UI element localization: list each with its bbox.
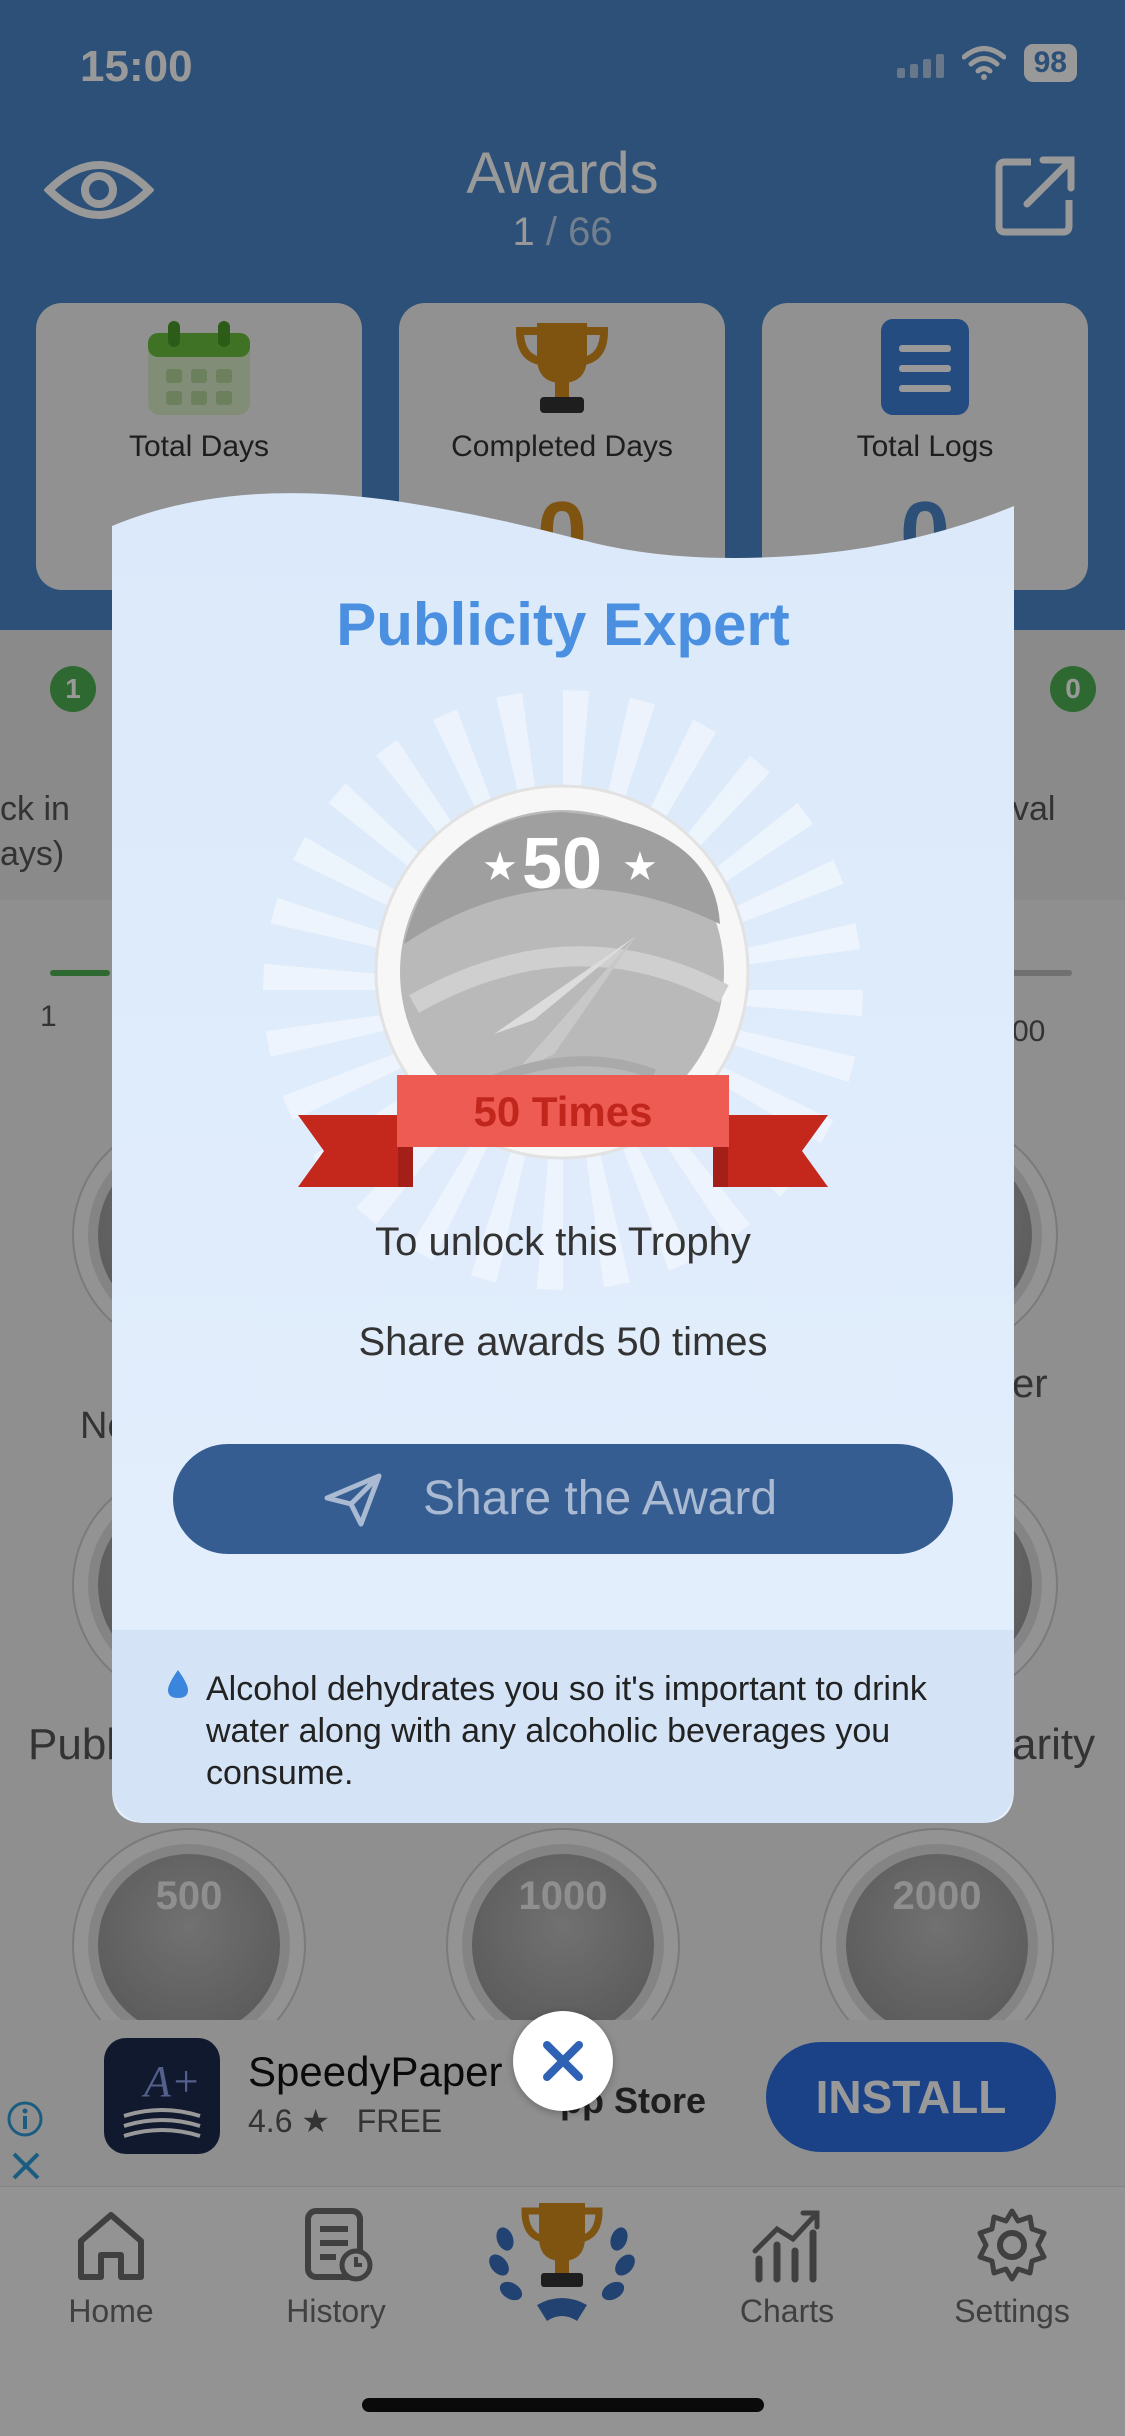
medal-number: 50: [522, 824, 602, 904]
award-detail-modal: Publicity Expert ★ ★ 50 50 Times To unlo…: [112, 490, 1014, 1823]
close-modal-button[interactable]: [513, 2011, 613, 2111]
share-award-button[interactable]: Share the Award: [173, 1444, 953, 1554]
ribbon-label: 50 Times: [473, 1088, 653, 1135]
tip-box: Alcohol dehydrates you so it's important…: [112, 1630, 1014, 1823]
award-title: Publicity Expert: [336, 591, 790, 658]
svg-text:★: ★: [622, 844, 658, 890]
close-icon: [543, 2041, 583, 2081]
tip-text: Alcohol dehydrates you so it's important…: [206, 1670, 927, 1792]
unlock-requirement: Share awards 50 times: [358, 1320, 768, 1364]
share-award-label: Share the Award: [423, 1472, 778, 1525]
unlock-heading: To unlock this Trophy: [375, 1220, 751, 1264]
paper-plane-icon: [324, 1473, 382, 1527]
water-drop-icon: [168, 1670, 188, 1698]
svg-text:★: ★: [482, 844, 518, 890]
